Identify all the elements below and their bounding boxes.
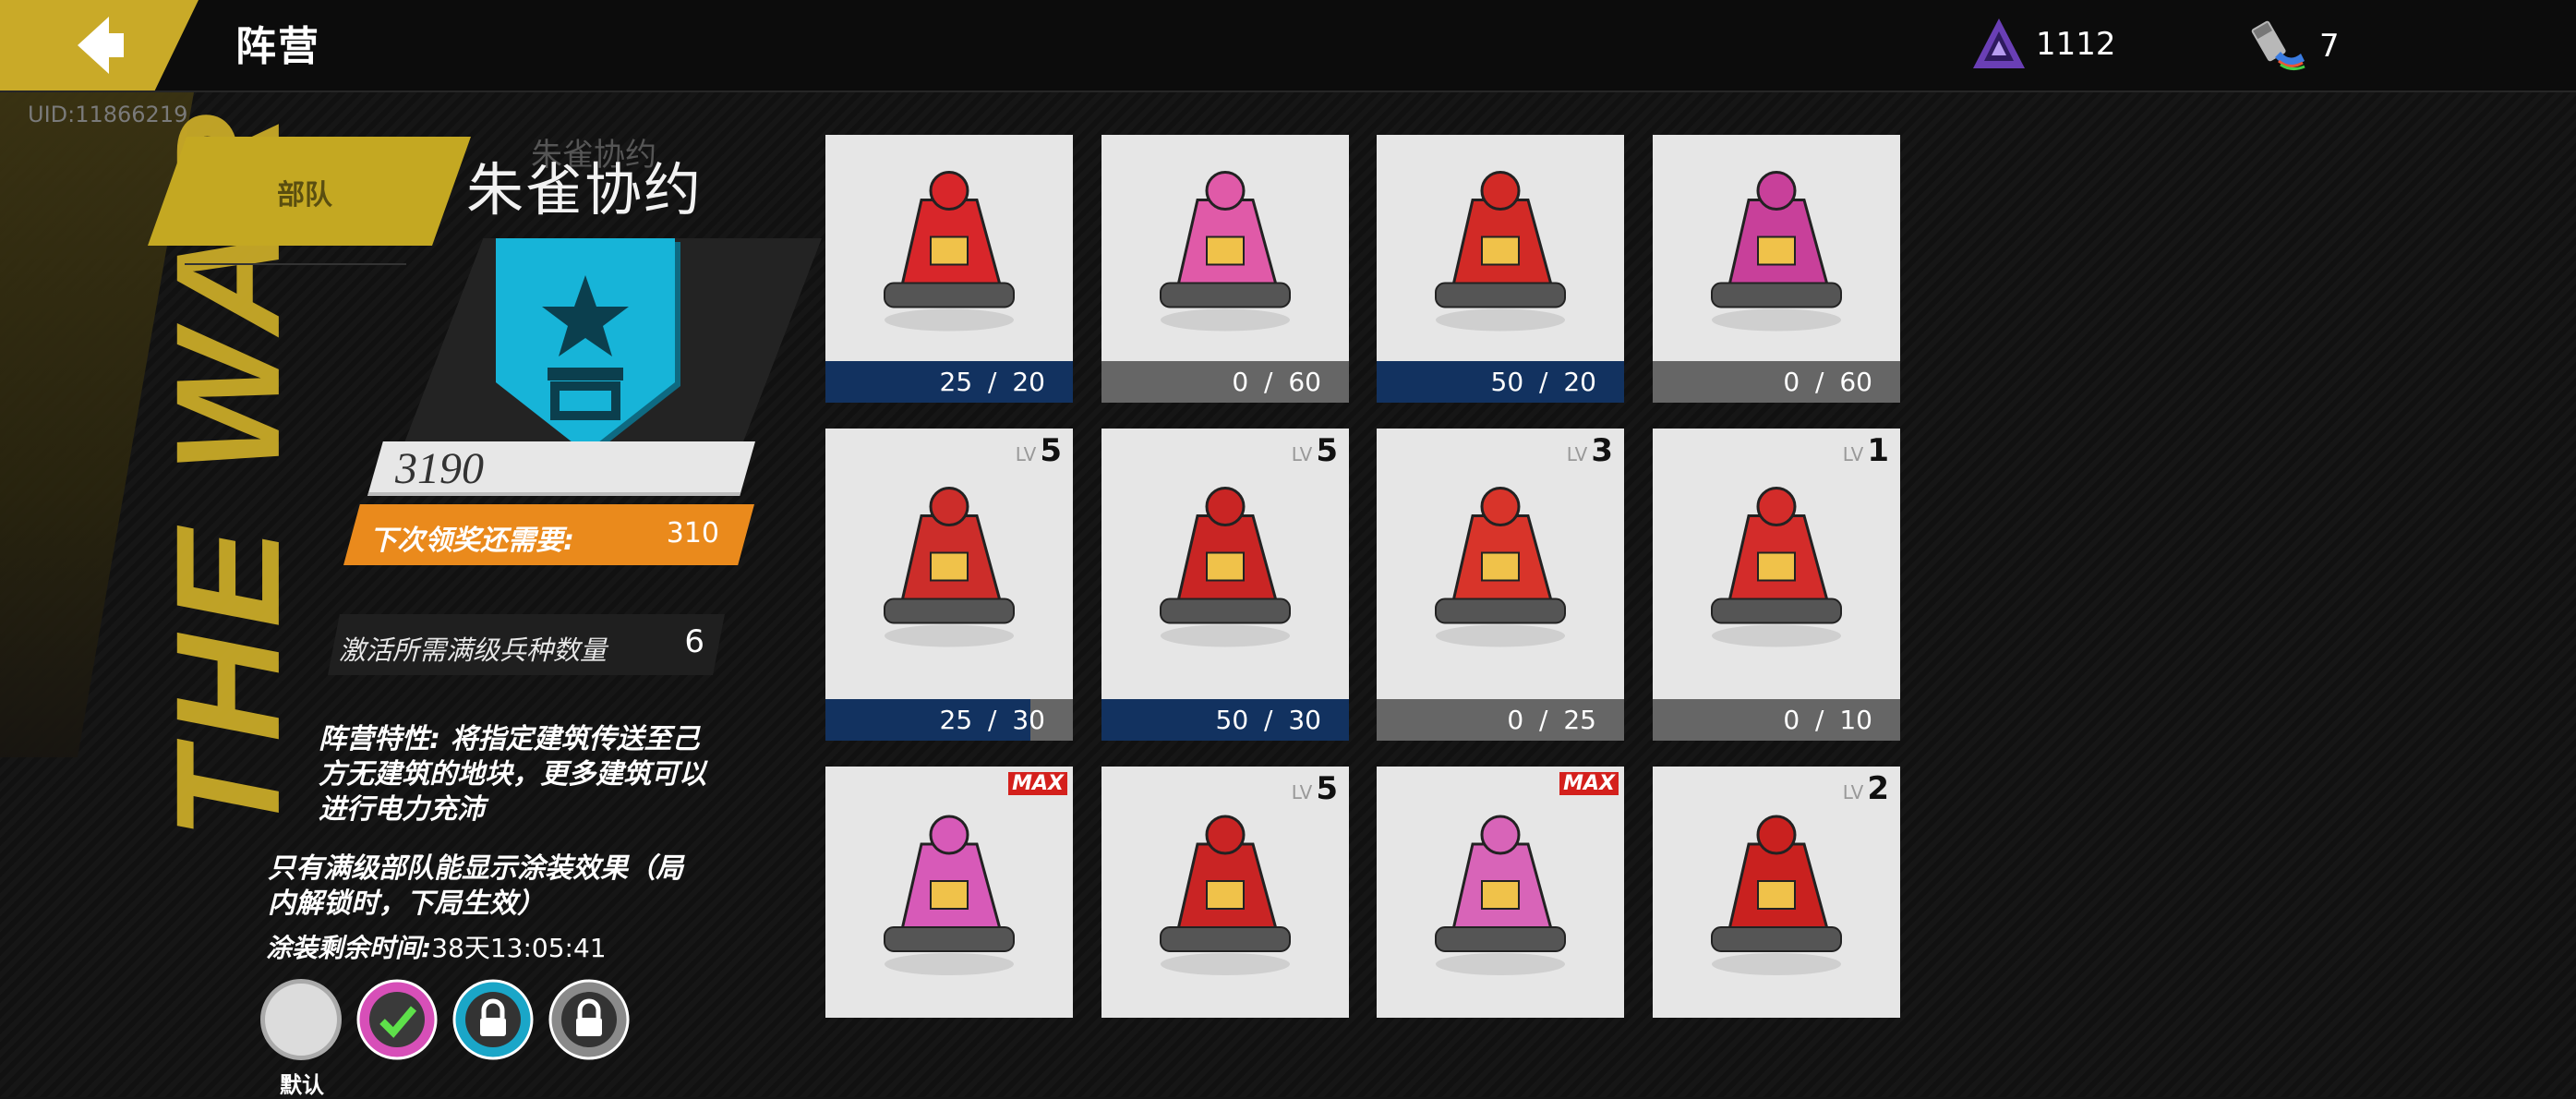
max-level-badge: MAX — [1008, 772, 1067, 795]
top-bar: 阵营 1112 7 — [0, 0, 2576, 92]
triangle-gem-icon — [1973, 18, 2025, 68]
skin-gray-locked[interactable] — [548, 979, 630, 1060]
skin-pink-selected[interactable] — [356, 979, 438, 1060]
unit-level: LV 3 — [1566, 432, 1613, 469]
back-arrow-icon — [78, 17, 124, 74]
skin-default[interactable] — [260, 979, 342, 1060]
unit-level: LV 2 — [1842, 770, 1889, 807]
pink-fortress-icon — [884, 815, 1015, 975]
unit-progress-bar: 0 / 10 — [1653, 699, 1900, 741]
activation-requirement: 激活所需满级兵种数量 6 — [328, 614, 725, 675]
unit-progress-text: 0 / 10 — [1783, 705, 1872, 735]
star-shield-emblem-icon — [496, 238, 680, 456]
pink-blade-ship-icon — [1435, 815, 1566, 975]
unit-card-stealth-jet[interactable]: LV 1 0 / 10 — [1653, 429, 1900, 741]
cannon-arm-mech-icon — [1435, 171, 1566, 332]
user-id: UID:11866219 — [28, 102, 188, 127]
unit-progress-text: 50 / 20 — [1490, 367, 1597, 397]
faction-trait: 阵营特性: 将指定建筑传送至己方无建筑的地块，更多建筑可以进行电力充沛 — [319, 723, 706, 826]
next-reward-bar: 下次领奖还需要: 310 — [343, 504, 754, 565]
unit-card-shield-rifle-mech[interactable]: 25 / 20 — [825, 135, 1073, 403]
tab-units[interactable]: 部队 — [148, 137, 471, 246]
shield-rifle-mech-icon — [884, 171, 1015, 332]
unit-level: LV 5 — [1015, 432, 1062, 469]
winged-android-icon — [1711, 171, 1842, 332]
unit-progress-bar: 50 / 30 — [1101, 699, 1349, 741]
unit-card-winged-android[interactable]: 0 / 60 — [1653, 135, 1900, 403]
unit-card-spear-knight-mech[interactable]: LV 2 — [1653, 767, 1900, 1018]
next-reward-label: 下次领奖还需要: — [369, 525, 574, 557]
skin-default-label: 默认 — [280, 1072, 324, 1098]
unit-card-cannon-arm-mech[interactable]: 50 / 20 — [1377, 135, 1624, 403]
pink-pilot-girl-icon — [1160, 171, 1291, 332]
unit-progress-text: 0 / 60 — [1232, 367, 1321, 397]
unit-card-missile-tank[interactable]: LV 5 50 / 30 — [1101, 429, 1349, 741]
unit-progress-text: 0 / 60 — [1783, 367, 1872, 397]
skin-timer-value: 38天13:05:41 — [431, 933, 607, 963]
requirement-label: 激活所需满级兵种数量 — [339, 634, 608, 666]
unit-progress-bar: 0 / 60 — [1653, 361, 1900, 403]
unit-card-pink-blade-ship[interactable]: MAX — [1377, 767, 1624, 1018]
gem-count: 1112 — [2036, 26, 2116, 63]
paint-count: 7 — [2319, 28, 2340, 65]
skin-cyan-locked[interactable] — [452, 979, 534, 1060]
skin-timer-label: 涂装剩余时间: — [266, 933, 432, 963]
unit-progress-text: 25 / 30 — [939, 705, 1046, 735]
unit-level: LV 5 — [1291, 770, 1338, 807]
unit-progress-text: 50 / 30 — [1215, 705, 1322, 735]
unit-progress-bar: 25 / 20 — [825, 361, 1073, 403]
unit-card-red-beast-mech[interactable]: LV 5 — [1101, 767, 1349, 1018]
score-value: 3190 — [395, 444, 484, 493]
paint-tube-icon — [2251, 20, 2305, 71]
unit-level: LV 1 — [1842, 432, 1889, 469]
page-title: 阵营 — [235, 23, 320, 70]
skin-timer: 涂装剩余时间:38天13:05:41 — [266, 928, 607, 965]
unit-progress-bar: 50 / 20 — [1377, 361, 1624, 403]
faction-name: 朱雀协约 — [466, 156, 704, 223]
unit-card-pink-pilot-girl[interactable]: 0 / 60 — [1101, 135, 1349, 403]
back-button[interactable] — [0, 0, 199, 91]
unit-card-dome-tank[interactable]: LV 5 25 / 30 — [825, 429, 1073, 741]
skin-note: 只有满级部队能显示涂装效果（局内解锁时，下局生效） — [268, 852, 683, 920]
unit-progress-bar: 0 / 60 — [1101, 361, 1349, 403]
currency-gems: 1112 — [1971, 17, 2116, 72]
max-level-badge: MAX — [1559, 772, 1619, 795]
currency-paint: 7 — [2251, 17, 2340, 76]
unit-progress-text: 0 / 25 — [1507, 705, 1596, 735]
requirement-value: 6 — [684, 623, 704, 660]
unit-card-pink-fortress[interactable]: MAX — [825, 767, 1073, 1018]
unit-progress-text: 25 / 20 — [939, 367, 1046, 397]
faction-score: 3190 — [367, 441, 755, 496]
divider — [185, 263, 406, 265]
unit-card-heavy-robot[interactable]: LV 3 0 / 25 — [1377, 429, 1624, 741]
next-reward-value: 310 — [666, 517, 719, 550]
unit-progress-bar: 0 / 25 — [1377, 699, 1624, 741]
unit-progress-bar: 25 / 30 — [825, 699, 1073, 741]
tab-units-label: 部队 — [277, 179, 332, 211]
unit-level: LV 5 — [1291, 432, 1338, 469]
